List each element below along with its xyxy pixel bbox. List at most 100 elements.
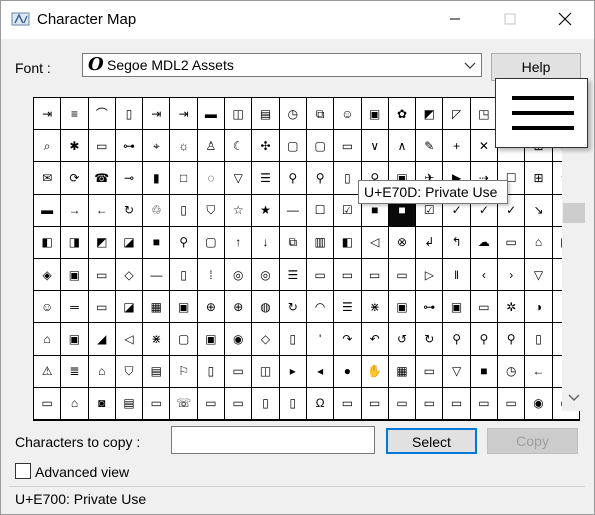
character-cell[interactable]: ▦ [143,291,170,323]
character-cell[interactable]: ↓ [252,226,279,258]
minimize-button[interactable] [432,1,478,37]
character-cell[interactable]: ⊶ [115,130,143,162]
character-cell[interactable]: ⟳ [61,162,88,194]
character-cell[interactable]: ≣ [61,355,88,387]
character-cell[interactable]: ⇥ [34,98,61,130]
character-cell[interactable]: ⛉ [115,355,143,387]
character-cell[interactable]: ↰ [443,226,470,258]
character-cell[interactable]: ✿ [388,98,416,130]
character-cell[interactable]: ✱ [61,130,88,162]
character-cell[interactable]: ▯ [279,323,306,355]
character-cell[interactable]: + [443,130,470,162]
character-cell[interactable]: ▣ [170,291,197,323]
character-cell[interactable]: ☰ [279,258,306,291]
character-cell[interactable]: ▥ [306,226,334,258]
characters-to-copy-input[interactable] [171,426,375,454]
character-cell[interactable]: ▢ [170,323,197,355]
character-cell[interactable]: ◷ [279,98,306,130]
character-cell[interactable]: ⚠ [34,355,61,387]
character-cell[interactable]: ▭ [334,130,361,162]
help-button[interactable]: Help [491,53,581,81]
character-cell[interactable]: ◈ [34,258,61,291]
character-cell[interactable]: ★ [252,194,279,226]
character-cell[interactable]: ⚲ [470,323,498,355]
character-cell[interactable]: ▭ [225,387,252,419]
character-cell[interactable]: ▭ [34,387,61,419]
character-cell[interactable]: ▭ [306,258,334,291]
font-dropdown[interactable]: O Segoe MDL2 Assets [82,53,482,77]
character-cell[interactable]: ◎ [252,258,279,291]
character-cell[interactable]: ☰ [334,291,361,323]
character-cell[interactable]: ◑ [525,291,552,323]
character-cell[interactable]: ⊞ [525,162,552,194]
character-cell[interactable]: ↻ [416,323,443,355]
character-cell[interactable]: ◌ [197,162,225,194]
character-cell[interactable]: □ [170,162,197,194]
character-cell[interactable]: — [143,258,170,291]
character-cell[interactable]: ◨ [61,226,88,258]
character-cell[interactable]: ↻ [115,194,143,226]
character-cell[interactable]: ▣ [388,291,416,323]
chevron-down-icon[interactable] [568,392,580,406]
character-cell[interactable]: ▣ [197,323,225,355]
character-cell[interactable]: ⊗ [388,226,416,258]
character-cell[interactable]: ▤ [252,98,279,130]
character-cell[interactable]: ▭ [88,130,115,162]
character-cell[interactable]: ✕ [470,130,498,162]
character-cell[interactable]: ⌂ [88,355,115,387]
character-cell[interactable]: ◇ [115,258,143,291]
maximize-button[interactable] [487,1,533,37]
character-cell[interactable]: ⚲ [170,226,197,258]
character-cell[interactable]: ▣ [361,98,388,130]
character-cell[interactable]: ◠ [306,291,334,323]
character-cell[interactable]: ▯ [115,98,143,130]
character-cell[interactable]: ⌂ [525,226,552,258]
character-cell[interactable]: ← [525,355,552,387]
character-cell[interactable]: ▭ [443,387,470,419]
character-cell[interactable]: ◩ [416,98,443,130]
character-cell[interactable]: ▭ [470,387,498,419]
character-cell[interactable]: ▸ [279,355,306,387]
character-cell[interactable]: ◁ [361,226,388,258]
character-cell[interactable]: ◳ [470,98,498,130]
character-cell[interactable]: ▭ [88,291,115,323]
character-cell[interactable]: ▣ [61,258,88,291]
character-cell[interactable]: ▭ [416,387,443,419]
character-cell[interactable]: ☺ [34,291,61,323]
character-cell[interactable]: ♙ [197,130,225,162]
character-cell[interactable]: ▤ [115,387,143,419]
character-cell[interactable]: ⊶ [416,291,443,323]
character-cell[interactable]: ▯ [170,194,197,226]
character-cell[interactable]: ✋ [361,355,388,387]
character-cell[interactable]: ⚲ [279,162,306,194]
character-cell[interactable]: ‖ [443,258,470,291]
character-cell[interactable]: ↷ [334,323,361,355]
character-cell[interactable]: ⌖ [143,130,170,162]
character-cell[interactable]: ▭ [197,387,225,419]
character-cell[interactable]: ▯ [197,355,225,387]
character-cell[interactable]: — [279,194,306,226]
character-cell[interactable]: ' [306,323,334,355]
character-cell[interactable]: ☰ [252,162,279,194]
character-cell[interactable]: ☑ [334,194,361,226]
character-cell[interactable]: ‹ [470,258,498,291]
character-cell[interactable]: ⊸ [115,162,143,194]
character-cell[interactable]: ◫ [225,98,252,130]
character-cell[interactable]: ◧ [334,226,361,258]
character-cell[interactable]: ⇥ [143,98,170,130]
character-cell[interactable]: ⌂ [34,323,61,355]
character-cell[interactable]: ≡ [61,98,88,130]
character-cell[interactable]: ☆ [225,194,252,226]
character-cell[interactable]: ◎ [225,258,252,291]
character-cell[interactable]: ■ [470,355,498,387]
character-cell[interactable]: ↻ [279,291,306,323]
character-cell[interactable]: ▭ [334,258,361,291]
character-cell[interactable]: ═ [61,291,88,323]
character-cell[interactable]: ▤ [143,355,170,387]
character-cell[interactable]: ◉ [525,387,552,419]
character-cell[interactable]: ↺ [388,323,416,355]
character-cell[interactable]: ▣ [61,323,88,355]
copy-button[interactable]: Copy [487,428,578,454]
character-cell[interactable]: ✣ [252,130,279,162]
character-cell[interactable]: ⚲ [306,162,334,194]
